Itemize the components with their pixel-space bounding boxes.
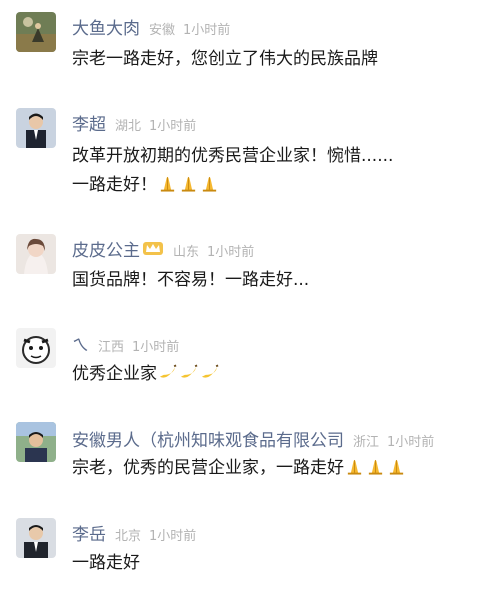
username[interactable]: 安徽男人（杭州知味观食品有限公司 [72, 426, 344, 451]
timestamp: 1小时前 [183, 23, 231, 38]
folded-hands-icon [387, 457, 406, 475]
comment-body-line2: 一路走好！ [72, 175, 157, 195]
folded-hands-icon [158, 174, 177, 192]
username[interactable]: ㄟ [72, 331, 89, 356]
comment-body: 改革开放初期的优秀民营企业家！惋惜...... [72, 146, 394, 166]
emoji-group [345, 457, 408, 475]
folded-hands-icon [200, 174, 219, 192]
comment-body: 优秀企业家 [72, 364, 157, 384]
comment-meta: ㄟ 江西 1小时前 [72, 331, 179, 356]
avatar[interactable] [16, 328, 56, 368]
comment-body: 宗老，优秀的民营企业家，一路走好 [72, 458, 344, 478]
comment-body: 国货品牌！不容易！一路走好... [72, 270, 310, 290]
location-label: 江西 [98, 340, 125, 355]
comment-meta: 李超 湖北 1小时前 [72, 110, 196, 135]
comment-text: 宗老一路走好，您创立了伟大的民族品牌 [72, 45, 482, 74]
folded-hands-icon [366, 457, 385, 475]
username[interactable]: 大鱼大肉 [72, 14, 140, 39]
banana-icon [200, 363, 219, 381]
comment-text: 一路走好 [72, 549, 482, 578]
avatar[interactable] [16, 108, 56, 148]
username[interactable]: 皮皮公主 [72, 236, 140, 261]
location-label: 山东 [173, 245, 200, 260]
crown-badge-icon [142, 240, 164, 260]
location-label: 浙江 [353, 435, 380, 450]
comment-meta: 安徽男人（杭州知味观食品有限公司 浙江 1小时前 [72, 426, 434, 451]
folded-hands-icon [345, 457, 364, 475]
avatar[interactable] [16, 234, 56, 274]
comment-meta: 大鱼大肉 安徽 1小时前 [72, 14, 230, 39]
location-label: 北京 [115, 529, 142, 544]
comment-text: 优秀企业家 [72, 360, 482, 389]
comment-text: 改革开放初期的优秀民营企业家！惋惜...... 一路走好！ [72, 142, 482, 200]
comment-text: 国货品牌！不容易！一路走好... [72, 266, 482, 295]
comment-body: 宗老一路走好，您创立了伟大的民族品牌 [72, 49, 378, 69]
emoji-group [158, 174, 221, 192]
location-label: 湖北 [115, 119, 142, 134]
avatar[interactable] [16, 518, 56, 558]
emoji-group [158, 363, 221, 381]
banana-icon [179, 363, 198, 381]
username[interactable]: 李岳 [72, 520, 106, 545]
location-label: 安徽 [149, 23, 176, 38]
username[interactable]: 李超 [72, 110, 106, 135]
comment-meta: 李岳 北京 1小时前 [72, 520, 196, 545]
timestamp: 1小时前 [149, 119, 197, 134]
timestamp: 1小时前 [149, 529, 197, 544]
avatar[interactable] [16, 422, 56, 462]
banana-icon [158, 363, 177, 381]
timestamp: 1小时前 [132, 340, 180, 355]
folded-hands-icon [179, 174, 198, 192]
timestamp: 1小时前 [387, 435, 435, 450]
timestamp: 1小时前 [207, 245, 255, 260]
comment-meta: 皮皮公主 山东 1小时前 [72, 236, 254, 261]
avatar[interactable] [16, 12, 56, 52]
comment-list: 大鱼大肉 安徽 1小时前 宗老一路走好，您创立了伟大的民族品牌 李超 湖北 1小… [0, 0, 494, 590]
comment-body: 一路走好 [72, 553, 140, 573]
comment-text: 宗老，优秀的民营企业家，一路走好 [72, 454, 482, 483]
